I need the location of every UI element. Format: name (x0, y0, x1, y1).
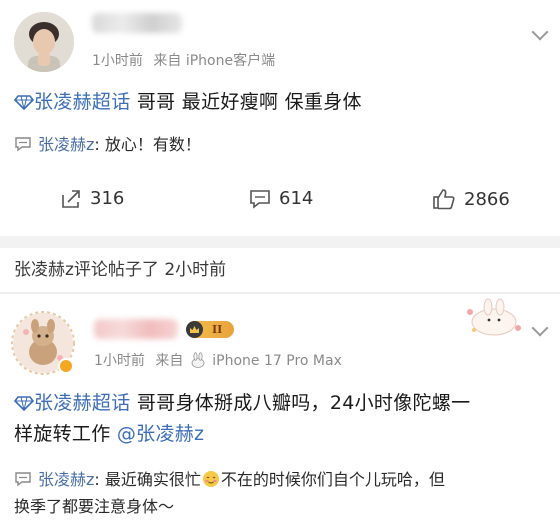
post-meta: 1小时前 来自 iPhone 17 Pro Max (94, 350, 342, 370)
like-button[interactable]: 2866 (432, 188, 510, 210)
comment-line: 换季了都要注意身体～ (14, 493, 445, 520)
post-text-line2: 样旋转工作 (14, 423, 117, 445)
topic-link[interactable]: 张凌赫超话 (13, 91, 131, 113)
comment-username[interactable]: 张凌赫z (38, 135, 94, 154)
repost-icon (62, 189, 80, 208)
comment-text: : 最近确实很忙 (94, 470, 201, 489)
avatar[interactable] (14, 12, 74, 72)
comment-icon (250, 189, 270, 209)
diamond-icon (13, 396, 35, 412)
post-time: 1小时前 (94, 353, 145, 369)
like-count: 2866 (464, 188, 510, 210)
topic-name[interactable]: 张凌赫超话 (34, 392, 131, 414)
top-comment[interactable]: 张凌赫z: 最近确实很忙 不在的时候你们自个儿玩哈，但 换季了都要注意身体～ (14, 466, 445, 520)
divider (0, 236, 560, 248)
avatar-photo (14, 12, 74, 72)
chevron-down-icon[interactable] (531, 319, 549, 337)
thumbs-up-icon (433, 189, 455, 210)
topic-link[interactable]: 张凌赫超话 (13, 392, 131, 414)
post-card: 1小时前 来自 iPhone客户端 张凌赫超话 哥哥 最近好瘦啊 保重身体 张凌… (0, 0, 560, 235)
source-prefix: 来自 (153, 53, 182, 69)
chevron-down-icon[interactable] (531, 23, 549, 41)
post-line: 样旋转工作 @张凌赫z (14, 419, 470, 450)
source-prefix: 来自 (155, 353, 184, 369)
comment-text-cont: 不在的时候你们自个儿玩哈，但 (220, 470, 445, 489)
comment-bubble-icon (15, 472, 31, 487)
blush-emoji-icon (202, 471, 219, 487)
diamond-icon (13, 95, 35, 111)
comment-line: 张凌赫z: 最近确实很忙 不在的时候你们自个儿玩哈，但 (14, 466, 445, 493)
post-content[interactable]: 张凌赫超话 哥哥身体掰成八瓣吗，24小时像陀螺一 样旋转工作 @张凌赫z (13, 388, 471, 450)
username-blurred[interactable] (94, 319, 178, 339)
comment-text: : 放心！有数！ (94, 135, 201, 154)
activity-notice[interactable]: 张凌赫z评论帖子了 2小时前 (0, 249, 560, 294)
crown-icon (186, 321, 203, 338)
bunny-sticker-icon (467, 298, 521, 336)
repost-count: 316 (90, 188, 125, 209)
post-text-line1: 哥哥身体掰成八瓣吗，24小时像陀螺一 (130, 392, 471, 414)
post-meta: 1小时前 来自 iPhone客户端 (92, 50, 275, 70)
post-content[interactable]: 张凌赫超话 哥哥 最近好瘦啊 保重身体 (13, 87, 362, 118)
comment-count: 614 (279, 188, 314, 209)
comment-text-end: 换季了都要注意身体～ (14, 497, 175, 516)
bunny-icon (191, 352, 205, 368)
source-device[interactable]: iPhone客户端 (186, 53, 275, 69)
top-comment[interactable]: 张凌赫z: 放心！有数！ (14, 131, 201, 158)
verified-badge-icon (58, 358, 74, 374)
username-blurred[interactable] (92, 13, 182, 33)
source-device[interactable]: iPhone 17 Pro Max (212, 353, 342, 369)
post-time: 1小时前 (92, 53, 143, 69)
topic-name[interactable]: 张凌赫超话 (34, 91, 131, 113)
post-text: 哥哥 最近好瘦啊 保重身体 (130, 91, 362, 113)
notice-text: 张凌赫z评论帖子了 2小时前 (14, 260, 227, 280)
member-badge: II (186, 321, 234, 338)
comment-bubble-icon (15, 137, 31, 152)
member-level: II (212, 323, 223, 336)
action-bar: 316 614 2866 (0, 180, 560, 220)
comment-username[interactable]: 张凌赫z (38, 470, 94, 489)
post-card: II 1小时前 来自 iPhone 17 Pro Max 张凌赫超话 哥哥身体掰… (0, 298, 560, 529)
repost-button[interactable]: 316 (60, 188, 124, 209)
mention-link[interactable]: @张凌赫z (117, 423, 204, 445)
comment-button[interactable]: 614 (249, 188, 313, 209)
post-line: 张凌赫超话 哥哥身体掰成八瓣吗，24小时像陀螺一 (13, 388, 471, 419)
avatar[interactable] (10, 310, 76, 376)
